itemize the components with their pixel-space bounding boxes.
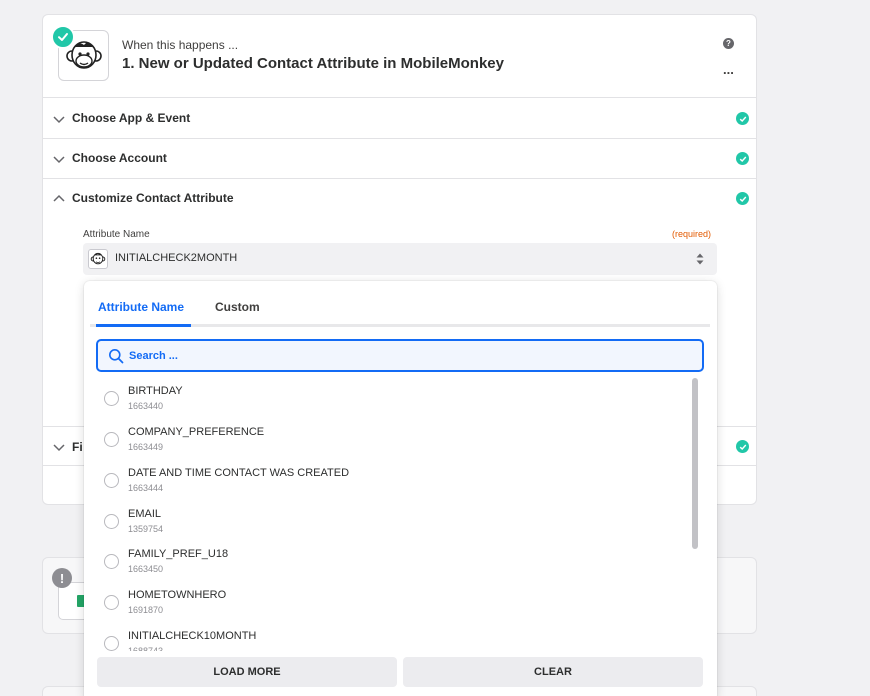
section-customize-contact-attribute[interactable]: Customize Contact Attribute [43,179,756,219]
section-complete-check-icon [736,440,749,453]
attribute-dropdown-popover: Attribute Name Custom BIRTHDAY 1663440 C… [84,281,717,696]
list-item[interactable]: COMPANY_PREFERENCE 1663449 [96,418,686,459]
selected-attribute-value: INITIALCHECK2MONTH [115,252,238,264]
section-label: Choose App & Event [72,111,191,125]
section-label: Choose Account [72,151,167,165]
option-radio[interactable] [104,595,119,610]
step-trigger-caption: When this happens ... [122,38,239,52]
option-radio[interactable] [104,432,119,447]
section-choose-app-event[interactable]: Choose App & Event [43,99,756,139]
more-options-icon[interactable]: ... [723,62,734,77]
option-radio[interactable] [104,473,119,488]
option-radio[interactable] [104,514,119,529]
option-id: 1691870 [128,605,164,615]
option-name: EMAIL [128,508,162,520]
option-name: INITIALCHECK10MONTH [128,630,257,642]
clear-button[interactable]: CLEAR [403,657,703,687]
attribute-name-label: Attribute Name [83,229,150,240]
chevron-down-icon [53,156,65,164]
mobilemonkey-app-icon [88,249,108,269]
option-name: BIRTHDAY [128,385,183,397]
list-item[interactable]: EMAIL 1359754 [96,500,686,541]
section-complete-check-icon [736,152,749,165]
option-radio[interactable] [104,391,119,406]
list-item[interactable]: FAMILY_PREF_U18 1663450 [96,540,686,581]
option-name: DATE AND TIME CONTACT WAS CREATED [128,467,350,479]
option-id: 1663449 [128,442,164,452]
help-icon[interactable]: ? [723,38,734,49]
chevron-down-icon [53,444,65,452]
section-label: Customize Contact Attribute [72,191,234,205]
option-id: 1663450 [128,564,164,574]
dropdown-tabs: Attribute Name Custom [90,291,710,327]
active-tab-indicator [96,324,191,327]
attribute-name-select[interactable]: INITIALCHECK2MONTH [83,243,717,275]
load-more-button[interactable]: LOAD MORE [97,657,397,687]
section-choose-account[interactable]: Choose Account [43,139,756,179]
option-name: FAMILY_PREF_U18 [128,548,229,560]
option-name: COMPANY_PREFERENCE [128,426,265,438]
section-complete-check-icon [736,192,749,205]
search-icon [109,349,124,364]
chevron-up-icon [53,194,65,202]
search-input[interactable] [129,346,689,366]
option-radio[interactable] [104,554,119,569]
step-complete-check-icon [51,25,75,49]
required-indicator: (required) [672,229,712,239]
tab-attribute-name[interactable]: Attribute Name [98,300,184,314]
warning-icon: ! [52,568,72,588]
list-item[interactable]: DATE AND TIME CONTACT WAS CREATED 166344… [96,459,686,500]
list-item[interactable]: HOMETOWNHERO 1691870 [96,581,686,622]
list-item[interactable]: BIRTHDAY 1663440 [96,377,686,418]
select-updown-icon [696,253,704,265]
attribute-options-list[interactable]: BIRTHDAY 1663440 COMPANY_PREFERENCE 1663… [96,377,690,651]
option-id: 1688743 [128,646,164,651]
option-id: 1663440 [128,401,164,411]
option-id: 1663444 [128,483,164,493]
tab-custom[interactable]: Custom [215,300,260,314]
step-header[interactable]: When this happens ... 1. New or Updated … [43,15,756,98]
list-item[interactable]: INITIALCHECK10MONTH 1688743 [96,622,686,651]
section-label: Fi [72,440,83,454]
option-id: 1359754 [128,524,164,534]
search-box[interactable] [96,339,704,372]
chevron-down-icon [53,116,65,124]
section-complete-check-icon [736,112,749,125]
list-scrollbar-thumb[interactable] [692,378,698,549]
step-title: 1. New or Updated Contact Attribute in M… [122,55,504,72]
option-name: HOMETOWNHERO [128,589,227,601]
option-radio[interactable] [104,636,119,651]
